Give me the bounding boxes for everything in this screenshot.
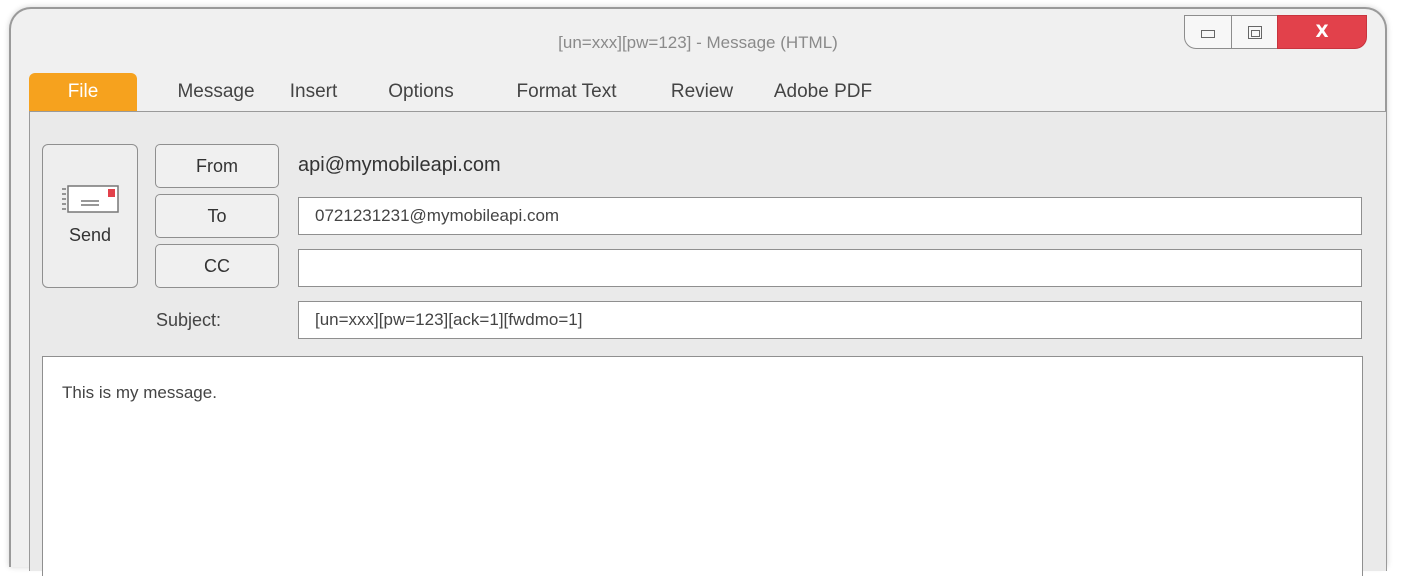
tab-insert[interactable]: Insert	[271, 73, 356, 111]
tab-adobe-pdf[interactable]: Adobe PDF	[763, 73, 883, 111]
tab-review[interactable]: Review	[657, 73, 747, 111]
tab-options[interactable]: Options	[366, 73, 476, 111]
message-window: [un=xxx][pw=123] - Message (HTML) X File…	[9, 7, 1387, 576]
send-label: Send	[68, 225, 112, 245]
message-body[interactable]: This is my message.	[42, 356, 1363, 576]
tab-file[interactable]: File	[29, 73, 137, 111]
compose-panel: Send From api@mymobileapi.com To 0721231…	[29, 111, 1387, 576]
to-field[interactable]: 0721231231@mymobileapi.com	[298, 197, 1362, 235]
restore-icon	[1247, 25, 1262, 39]
close-button[interactable]: X	[1277, 15, 1367, 49]
envelope-icon	[62, 185, 119, 213]
subject-label: Subject:	[156, 310, 222, 330]
tab-format-text[interactable]: Format Text	[494, 73, 639, 111]
minimize-button[interactable]	[1184, 15, 1232, 49]
to-button[interactable]: To	[155, 194, 279, 238]
subject-field[interactable]: [un=xxx][pw=123][ack=1][fwdmo=1]	[298, 301, 1362, 339]
ribbon-tabs: File Message Insert Options Format Text …	[29, 73, 883, 111]
minimize-icon	[1201, 30, 1215, 38]
tab-message[interactable]: Message	[161, 73, 271, 111]
from-button[interactable]: From	[155, 144, 279, 188]
send-button[interactable]: Send	[42, 144, 138, 288]
from-address: api@mymobileapi.com	[298, 154, 501, 176]
maximize-button[interactable]	[1231, 15, 1278, 49]
window-title: [un=xxx][pw=123] - Message (HTML)	[558, 33, 838, 52]
window-controls: X	[1184, 15, 1367, 49]
cc-button[interactable]: CC	[155, 244, 279, 288]
cc-field[interactable]	[298, 249, 1362, 287]
